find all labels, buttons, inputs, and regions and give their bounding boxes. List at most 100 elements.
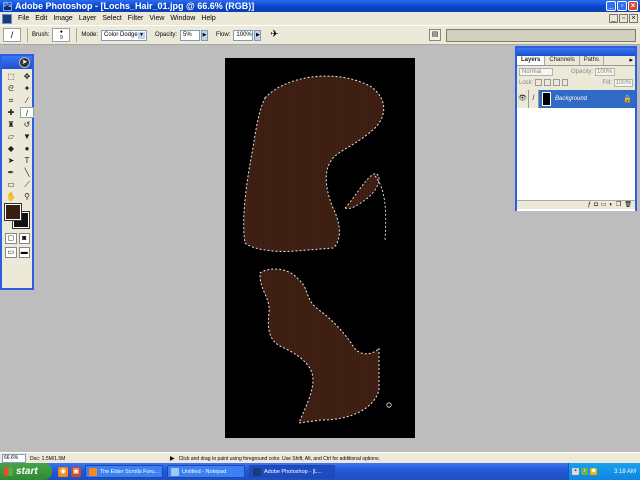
menu-view[interactable]: View xyxy=(146,15,167,22)
magic-wand-tool-icon[interactable]: ✦ xyxy=(20,83,34,94)
doc-close-button[interactable]: × xyxy=(629,14,638,23)
menu-window[interactable]: Window xyxy=(167,15,198,22)
document-icon[interactable] xyxy=(2,13,12,24)
notes-tool-icon[interactable]: ▭ xyxy=(4,179,18,190)
layer-row-background[interactable]: 👁 / Background 🔒 xyxy=(517,90,635,108)
path-selection-tool-icon[interactable]: ➤ xyxy=(4,155,18,166)
maximize-button[interactable]: ▫ xyxy=(617,1,627,11)
zoom-tool-icon[interactable]: ⚲ xyxy=(20,191,34,202)
menu-image[interactable]: Image xyxy=(50,15,75,22)
opacity-slider-button[interactable]: ▶ xyxy=(201,29,209,41)
doc-size-info[interactable]: Doc: 1.5M/1.5M xyxy=(30,456,130,462)
full-screen-menu-icon[interactable]: ▬ xyxy=(18,247,30,258)
hand-tool-icon[interactable]: ✋ xyxy=(4,191,18,202)
eye-icon[interactable]: 👁 xyxy=(517,90,529,108)
task-photoshop[interactable]: Adobe Photoshop - [L... xyxy=(249,465,335,478)
media-icon[interactable]: ▣ xyxy=(71,466,81,477)
document-controls: _ ▫ × xyxy=(609,14,638,23)
adobe-online-icon[interactable]: ➤ xyxy=(19,57,30,68)
palette-title-bar[interactable] xyxy=(517,48,635,56)
flow-field[interactable]: 100% xyxy=(233,29,254,41)
move-tool-icon[interactable]: ✥ xyxy=(20,71,34,82)
task-label: Adobe Photoshop - [L... xyxy=(264,468,322,475)
layer-list-empty-area xyxy=(517,108,635,211)
menu-filter[interactable]: Filter xyxy=(125,15,147,22)
play-arrow-icon[interactable]: ▶ xyxy=(170,455,175,462)
lock-all-checkbox[interactable] xyxy=(561,79,569,86)
fill-field[interactable]: 100% xyxy=(613,78,633,87)
zoom-field[interactable]: 66.6% xyxy=(2,454,26,463)
paintbrush-indicator-icon: / xyxy=(529,90,539,108)
standard-mode-icon[interactable]: ▢ xyxy=(5,233,17,244)
menu-file[interactable]: File xyxy=(15,15,32,22)
doc-restore-button[interactable]: ▫ xyxy=(619,14,628,23)
clone-stamp-tool-icon[interactable]: ♜ xyxy=(4,119,18,130)
add-layer-style-icon[interactable]: ƒ xyxy=(588,201,591,209)
marquee-tool-icon[interactable]: ⬚ xyxy=(4,71,18,82)
eraser-tool-icon[interactable]: ▱ xyxy=(4,131,18,142)
window-title: Adobe Photoshop - [Lochs_Hair_01.jpg @ 6… xyxy=(15,1,255,11)
photoshop-app-icon[interactable]: Ps xyxy=(3,1,12,11)
menu-layer[interactable]: Layer xyxy=(76,15,100,22)
new-layer-icon[interactable]: ❐ xyxy=(616,201,621,209)
opacity-field[interactable]: 5% xyxy=(180,29,201,41)
standard-screen-icon[interactable]: ▭ xyxy=(5,247,17,258)
blur-tool-icon[interactable]: ◆ xyxy=(4,143,18,154)
clock[interactable]: 3:18 AM xyxy=(614,469,636,475)
menu-edit[interactable]: Edit xyxy=(32,15,50,22)
palette-menu-icon[interactable]: ▸ xyxy=(627,56,635,65)
new-set-icon[interactable]: ▭ xyxy=(601,201,607,209)
shield-icon[interactable]: ◆ xyxy=(590,468,597,475)
task-notepad[interactable]: Untitled - Notepad xyxy=(167,465,245,478)
history-brush-tool-icon[interactable]: ↺ xyxy=(20,119,34,130)
dodge-tool-icon[interactable]: ● xyxy=(20,143,34,154)
lock-image-checkbox[interactable] xyxy=(544,79,551,86)
mode-select[interactable]: Color Dodge ▼ xyxy=(101,29,148,41)
layer-opacity-field[interactable]: 100% xyxy=(595,67,616,76)
blend-mode-select[interactable]: Normal xyxy=(519,67,553,76)
lock-position-checkbox[interactable] xyxy=(552,79,560,86)
add-mask-icon[interactable]: ◘ xyxy=(594,201,598,209)
slice-tool-icon[interactable]: ⁄ xyxy=(20,95,34,106)
toolbox-header[interactable]: ➤ xyxy=(2,56,32,69)
menu-bar: File Edit Image Layer Select Filter View… xyxy=(0,12,640,26)
network-icon[interactable]: ▪ xyxy=(572,468,579,475)
eyedropper-tool-icon[interactable]: ⟋ xyxy=(20,179,34,190)
new-adjustment-layer-icon[interactable]: ◐ xyxy=(609,201,613,209)
file-browser-icon[interactable]: ▤ xyxy=(429,29,441,41)
volume-icon[interactable]: ♪ xyxy=(581,468,588,475)
lock-transparency-checkbox[interactable] xyxy=(535,79,543,86)
healing-brush-tool-icon[interactable]: ✚ xyxy=(4,107,18,118)
flow-slider-button[interactable]: ▶ xyxy=(254,29,262,41)
minimize-button[interactable]: _ xyxy=(606,1,616,11)
menu-help[interactable]: Help xyxy=(198,15,218,22)
tab-channels[interactable]: Channels xyxy=(545,56,580,65)
brush-tool-icon[interactable]: / xyxy=(20,107,34,118)
tool-preset-picker[interactable]: / xyxy=(3,28,21,42)
menu-select[interactable]: Select xyxy=(99,15,124,22)
options-separator xyxy=(76,28,78,42)
palette-well[interactable] xyxy=(446,29,636,42)
doc-minimize-button[interactable]: _ xyxy=(609,14,618,23)
line-tool-icon[interactable]: ╲ xyxy=(20,167,34,178)
lasso-tool-icon[interactable]: ᘓ xyxy=(4,83,18,94)
paint-bucket-tool-icon[interactable]: ▼ xyxy=(20,131,34,142)
tab-layers[interactable]: Layers xyxy=(517,56,546,65)
tab-paths[interactable]: Paths xyxy=(580,56,605,65)
pen-tool-icon[interactable]: ✒ xyxy=(4,167,18,178)
trash-icon[interactable]: 🗑 xyxy=(624,201,632,209)
brush-tool-icon: / xyxy=(10,30,14,40)
lock-row: Lock: Fill: 100% xyxy=(517,77,635,88)
start-button[interactable]: start xyxy=(0,463,52,480)
airbrush-icon[interactable]: ✈ xyxy=(267,28,281,42)
type-tool-icon[interactable]: T xyxy=(20,155,34,166)
document-canvas[interactable] xyxy=(225,58,415,438)
crop-tool-icon[interactable]: ⌗ xyxy=(4,95,18,106)
status-hint: Click and drag to paint using foreground… xyxy=(178,455,380,462)
foreground-color-swatch[interactable] xyxy=(4,203,22,221)
brush-picker[interactable]: ● 9 xyxy=(52,28,71,42)
close-button[interactable]: × xyxy=(628,1,638,11)
quick-mask-mode-icon[interactable]: ◙ xyxy=(18,233,30,244)
task-elder-scrolls-forum[interactable]: The Elder Scrolls Foru... xyxy=(85,465,163,478)
firefox-icon[interactable]: ◉ xyxy=(58,466,68,477)
